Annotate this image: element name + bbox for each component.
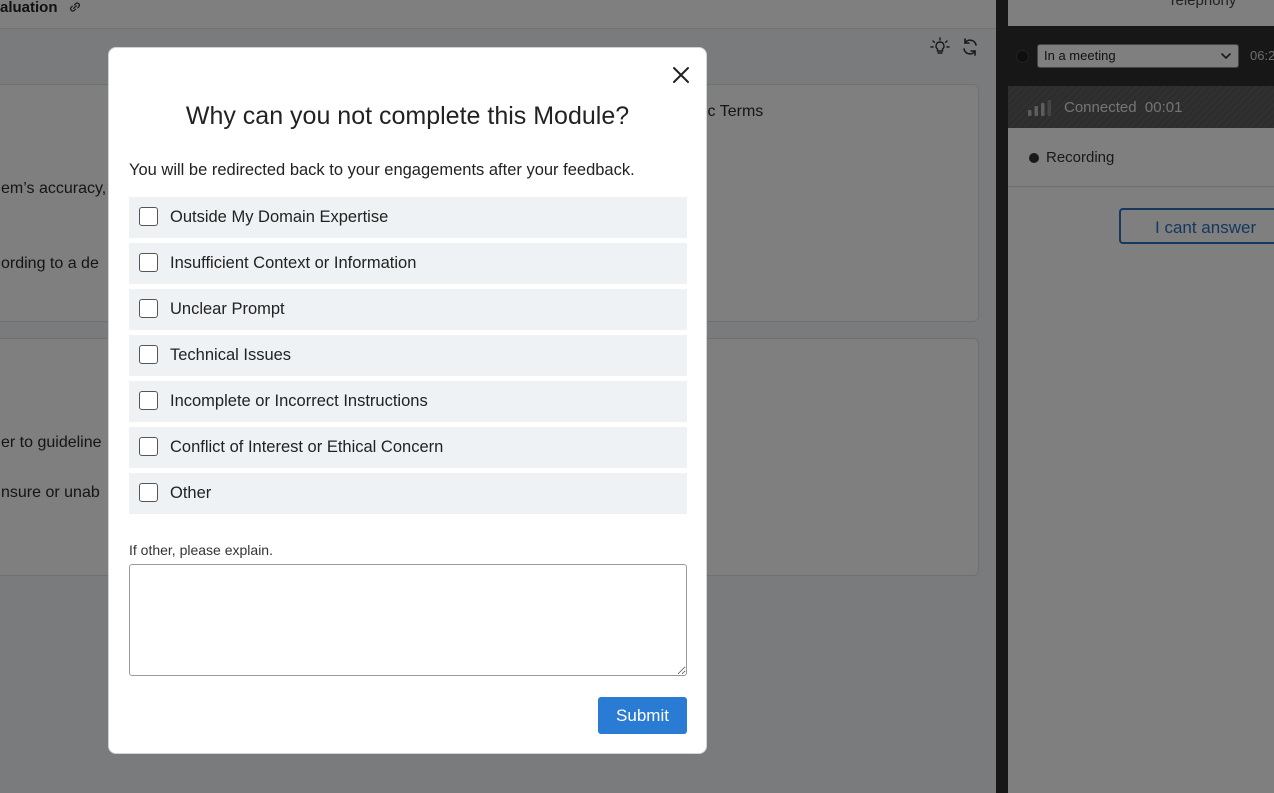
modal-title: Why can you not complete this Module? bbox=[185, 102, 630, 130]
reason-option-unclear-prompt[interactable]: Unclear Prompt bbox=[129, 289, 687, 330]
reason-option-incorrect-instructions[interactable]: Incomplete or Incorrect Instructions bbox=[129, 381, 687, 422]
explain-label: If other, please explain. bbox=[129, 542, 273, 558]
reason-checkbox[interactable] bbox=[139, 391, 158, 410]
reason-checkbox[interactable] bbox=[139, 483, 158, 502]
submit-button[interactable]: Submit bbox=[598, 697, 687, 734]
reason-label: Unclear Prompt bbox=[170, 300, 285, 318]
reason-label: Conflict of Interest or Ethical Concern bbox=[170, 438, 444, 456]
reason-checkbox[interactable] bbox=[139, 299, 158, 318]
feedback-modal: Why can you not complete this Module? Yo… bbox=[108, 47, 707, 754]
reason-checkbox[interactable] bbox=[139, 207, 158, 226]
reason-label: Other bbox=[170, 484, 212, 502]
explain-textarea[interactable] bbox=[129, 564, 687, 676]
reason-label: Incomplete or Incorrect Instructions bbox=[170, 392, 428, 410]
reason-options: Outside My Domain Expertise Insufficient… bbox=[129, 197, 687, 519]
modal-subtitle: You will be redirected back to your enga… bbox=[129, 161, 635, 179]
reason-label: Outside My Domain Expertise bbox=[170, 208, 389, 226]
reason-option-insufficient-context[interactable]: Insufficient Context or Information bbox=[129, 243, 687, 284]
close-icon[interactable] bbox=[670, 64, 692, 86]
reason-checkbox[interactable] bbox=[139, 253, 158, 272]
reason-option-conflict-of-interest[interactable]: Conflict of Interest or Ethical Concern bbox=[129, 427, 687, 468]
app-root: aluation em’s accuracy, ording to a de i… bbox=[0, 0, 1274, 793]
reason-option-technical-issues[interactable]: Technical Issues bbox=[129, 335, 687, 376]
reason-option-domain-expertise[interactable]: Outside My Domain Expertise bbox=[129, 197, 687, 238]
reason-option-other[interactable]: Other bbox=[129, 473, 687, 514]
reason-label: Technical Issues bbox=[170, 346, 292, 364]
reason-checkbox[interactable] bbox=[139, 345, 158, 364]
reason-label: Insufficient Context or Information bbox=[170, 254, 417, 272]
reason-checkbox[interactable] bbox=[139, 437, 158, 456]
